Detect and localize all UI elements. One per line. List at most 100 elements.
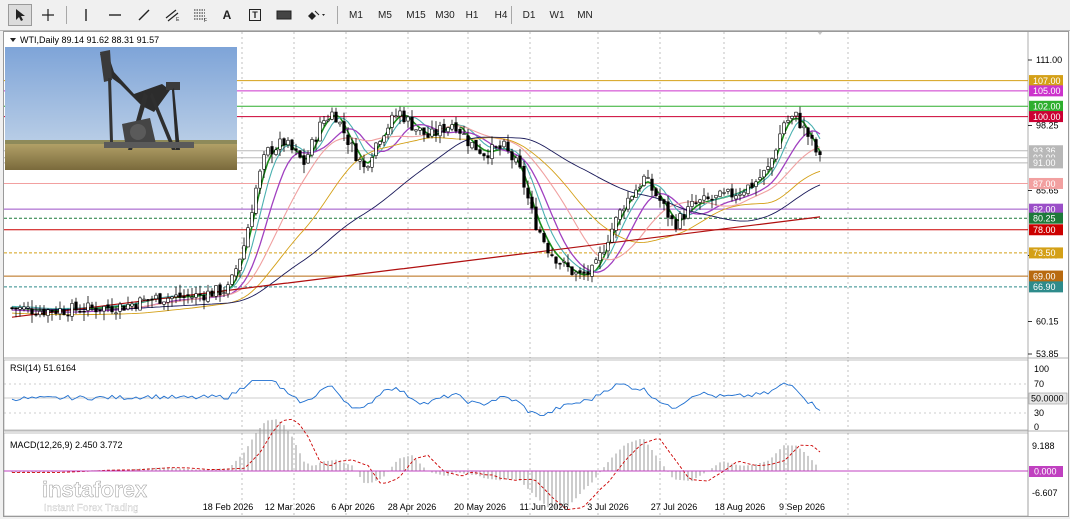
timeframe-button-m15[interactable]: M15	[403, 4, 429, 26]
date-label: 3 Jul 2026	[587, 502, 629, 512]
candle-body	[770, 158, 774, 169]
candle-body	[562, 260, 566, 263]
candle-body	[426, 133, 430, 138]
candle-body	[382, 135, 386, 143]
candle-body	[618, 209, 622, 220]
candle-body	[774, 149, 778, 160]
candle-body	[434, 129, 438, 136]
timeframe-button-m1[interactable]: M1	[345, 4, 367, 26]
level-tag-label: 78.00	[1033, 225, 1056, 235]
candle-body	[422, 127, 426, 135]
candle-body	[474, 139, 478, 151]
candle-body	[750, 182, 754, 188]
candle-body	[254, 187, 258, 214]
candle-body	[118, 303, 122, 312]
level-tag-label: 102.00	[1033, 102, 1061, 112]
candle-body	[90, 304, 94, 308]
timeframe-button-d1[interactable]: D1	[518, 4, 540, 26]
candle-body	[350, 142, 354, 145]
candle-body	[702, 195, 706, 201]
vertical-line-icon	[85, 9, 87, 21]
watermark-brand: instaforex	[42, 477, 148, 502]
crosshair-tool-button[interactable]	[36, 4, 60, 26]
candle-body	[514, 157, 518, 163]
candle-body	[522, 165, 526, 188]
horizontal-line-tool-button[interactable]	[103, 4, 127, 26]
date-label: 20 May 2026	[454, 502, 506, 512]
rsi-scale-label: 70	[1034, 379, 1044, 389]
candle-body	[58, 308, 62, 315]
candle-body	[626, 197, 630, 210]
candle-body	[230, 274, 234, 285]
svg-text:E: E	[176, 17, 180, 22]
candle-body	[190, 296, 194, 299]
candle-body	[758, 177, 762, 181]
text-box-tool-button[interactable]: T	[244, 4, 266, 26]
candle-body	[366, 166, 370, 169]
candle-body	[558, 262, 562, 265]
candle-body	[742, 191, 746, 196]
candle-body	[442, 123, 446, 133]
chart-header: WTI,Daily 89.14 91.62 88.31 91.57	[20, 35, 159, 45]
timeframe-button-w1[interactable]: W1	[546, 4, 568, 26]
candle-body	[570, 266, 574, 275]
candle-body	[70, 303, 74, 317]
candle-body	[258, 170, 262, 189]
cursor-tool-button[interactable]	[8, 4, 32, 26]
candle-body	[602, 252, 606, 255]
candle-body	[370, 157, 374, 168]
candle-body	[358, 159, 362, 162]
candle-body	[282, 138, 286, 146]
candle-body	[74, 301, 78, 311]
candle-body	[242, 245, 246, 260]
candle-body	[610, 228, 614, 243]
candle-body	[174, 294, 178, 298]
candle-body	[778, 133, 782, 149]
candle-body	[614, 217, 618, 231]
timeframe-button-m30[interactable]: M30	[432, 4, 458, 26]
trendline-icon	[138, 9, 150, 21]
candle-body	[714, 194, 718, 199]
timeframe-button-h4[interactable]: H4	[490, 4, 512, 26]
candle-body	[170, 296, 174, 299]
timeframe-button-mn[interactable]: MN	[574, 4, 596, 26]
candle-body	[330, 111, 334, 120]
candle-body	[494, 146, 498, 148]
trendline-tool-button[interactable]	[132, 4, 156, 26]
vertical-line-tool-button[interactable]	[74, 4, 98, 26]
candle-body	[802, 125, 806, 129]
rsi-scale-label: 30	[1034, 408, 1044, 418]
candle-body	[54, 310, 58, 314]
candle-body	[234, 268, 238, 277]
chart-canvas[interactable]: 111.0098.2585.6573.0060.1553.85100703009…	[3, 30, 1068, 517]
channel-tool-button[interactable]: E	[160, 4, 184, 26]
shapes-dropdown-button[interactable]	[302, 4, 332, 26]
candle-body	[326, 119, 330, 122]
candle-body	[658, 195, 662, 201]
rectangle-tool-button[interactable]	[272, 4, 296, 26]
candle-body	[506, 141, 510, 151]
candle-body	[362, 160, 366, 168]
candle-body	[182, 296, 186, 298]
candle-body	[262, 154, 266, 170]
candle-body	[542, 232, 546, 243]
candle-body	[730, 188, 734, 198]
candle-body	[706, 196, 710, 200]
date-label: 18 Aug 2026	[715, 502, 766, 512]
candle-body	[590, 264, 594, 277]
candle-body	[198, 293, 202, 296]
price-label: 53.85	[1036, 349, 1059, 359]
fibonacci-tool-button[interactable]: F	[188, 4, 212, 26]
candle-body	[34, 313, 38, 316]
timeframe-button-h1[interactable]: H1	[461, 4, 483, 26]
text-label-tool-button[interactable]: A	[216, 4, 238, 26]
candle-body	[154, 294, 158, 300]
level-tag-label: 87.00	[1033, 179, 1056, 189]
timeframe-button-m5[interactable]: M5	[374, 4, 396, 26]
level-tag-label: 105.00	[1033, 86, 1061, 96]
candle-body	[654, 188, 658, 197]
candle-body	[810, 134, 814, 139]
candle-body	[554, 256, 558, 264]
candle-body	[210, 290, 214, 297]
price-label: 111.00	[1036, 55, 1062, 65]
